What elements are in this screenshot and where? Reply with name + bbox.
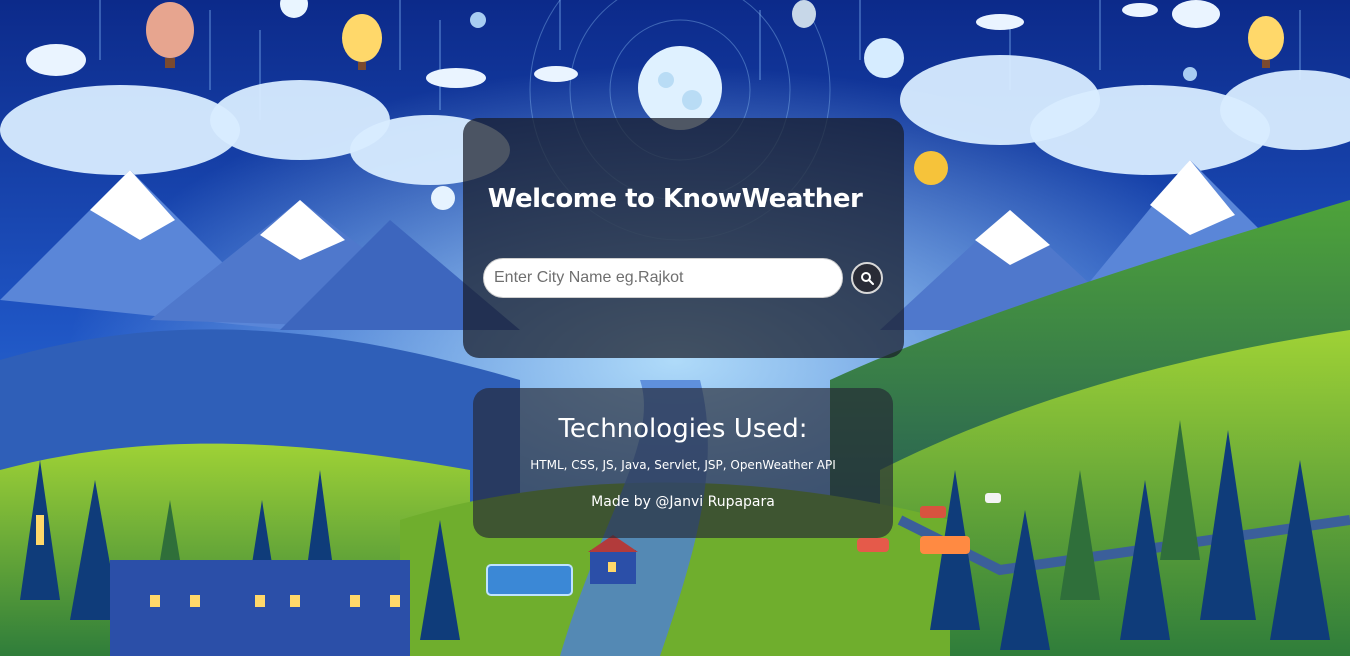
search-button[interactable]	[851, 262, 883, 294]
technologies-heading: Technologies Used:	[558, 414, 808, 444]
welcome-card	[463, 118, 904, 358]
page-title: Welcome to KnowWeather	[487, 184, 863, 214]
author-credit: Made by @Janvi Rupapara	[591, 494, 775, 510]
search-icon	[861, 272, 874, 285]
city-search-input[interactable]	[483, 258, 843, 298]
technologies-list: HTML, CSS, JS, Java, Servlet, JSP, OpenW…	[530, 458, 836, 472]
